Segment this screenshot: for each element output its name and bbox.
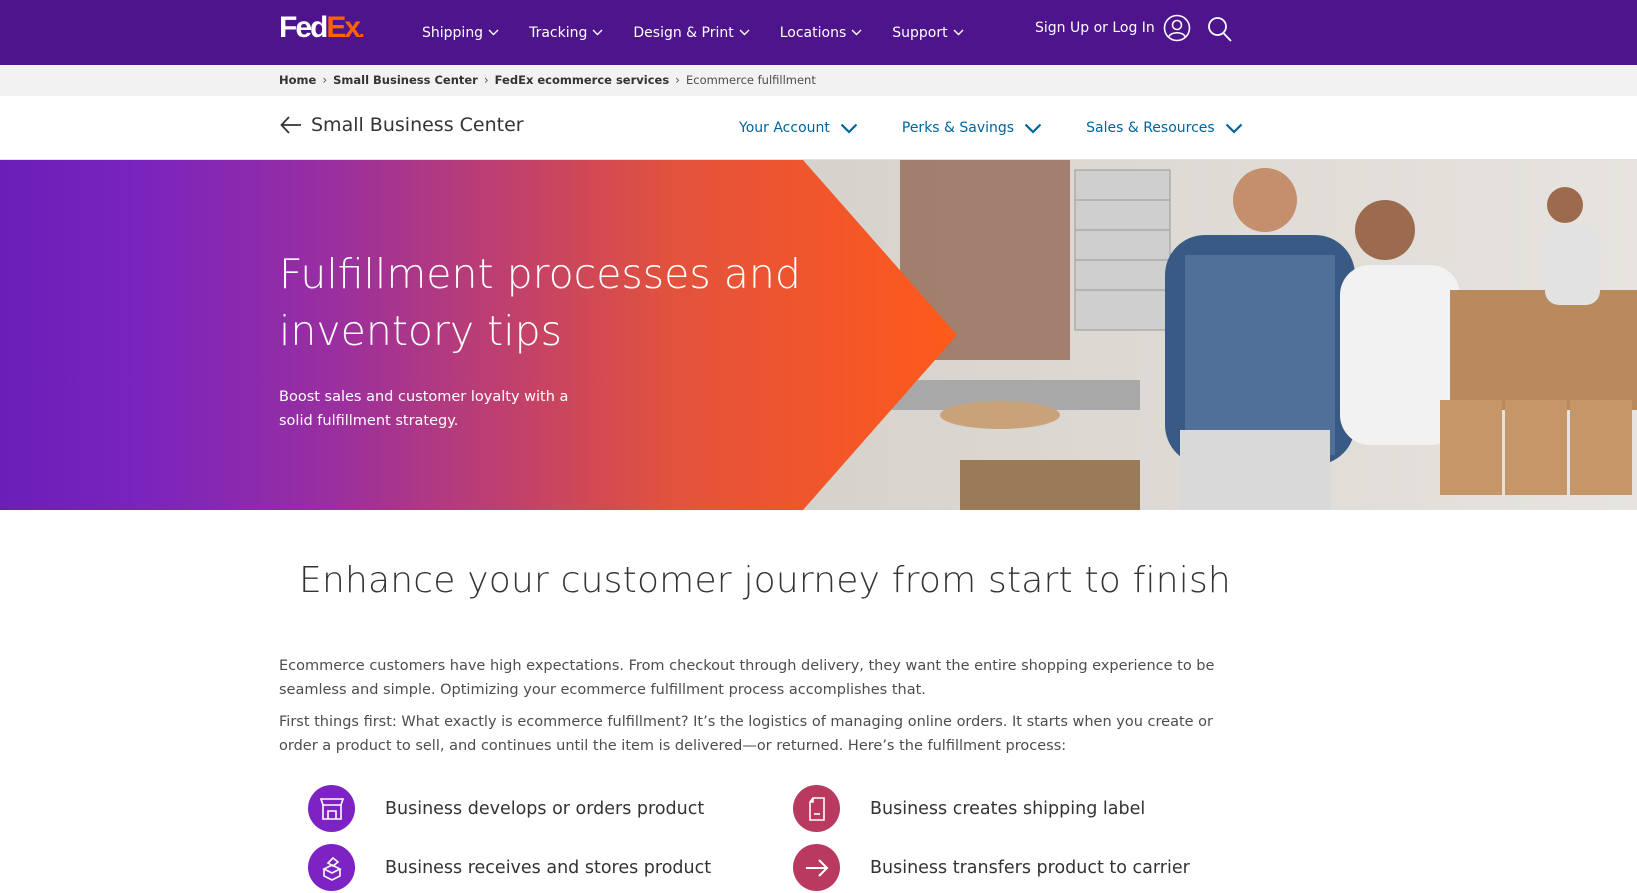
search-button[interactable] (1207, 16, 1233, 48)
logo-dot: . (359, 20, 364, 42)
arrow-right-icon (793, 844, 840, 891)
hero-subtitle: Boost sales and customer loyalty with a … (279, 389, 569, 429)
nav-design-print-label: Design & Print (633, 24, 734, 41)
label-icon (793, 785, 840, 832)
main-nav: Shipping Tracking Design & Print Locatio… (422, 0, 994, 65)
fedex-logo[interactable]: FedEx. (279, 11, 364, 47)
nav-tracking[interactable]: Tracking (529, 25, 603, 41)
step-label: Business develops or orders product (385, 798, 705, 819)
nav-support[interactable]: Support (892, 24, 964, 41)
breadcrumb-current: Ecommerce fulfillment (685, 73, 816, 87)
breadcrumb-separator-icon: › (483, 73, 489, 87)
sign-in-label: Sign Up or Log In (1035, 20, 1155, 36)
breadcrumb-ecommerce-services[interactable]: FedEx ecommerce services (495, 73, 670, 87)
chevron-down-icon (1024, 123, 1042, 134)
your-account-label: Your Account (739, 120, 830, 136)
breadcrumb-small-business-center[interactable]: Small Business Center (333, 73, 478, 87)
chevron-down-icon (739, 29, 750, 36)
hero-title: Fulfillment processes and inventory tips (279, 250, 801, 355)
arrow-left-icon (280, 116, 301, 134)
process-step-label: Business creates shipping label (793, 785, 1145, 832)
chevron-down-icon (488, 29, 499, 36)
logo-fed-text: Fed (279, 11, 328, 44)
breadcrumb-bar: Home › Small Business Center › FedEx eco… (0, 65, 1637, 96)
intro-paragraph: Ecommerce customers have high expectatio… (279, 658, 1215, 698)
hero-banner: Fulfillment processes and inventory tips… (0, 160, 1637, 510)
chevron-down-icon (592, 29, 603, 36)
breadcrumb-home[interactable]: Home (279, 73, 316, 87)
breadcrumb-separator-icon: › (322, 73, 328, 87)
process-step-store: Business receives and stores product (308, 844, 711, 891)
logo-ex-text: Ex (326, 11, 361, 44)
nav-tracking-label: Tracking (529, 24, 588, 41)
nav-locations-label: Locations (779, 24, 847, 41)
your-account-dropdown[interactable]: Your Account (739, 120, 858, 136)
definition-paragraph: First things first: What exactly is ecom… (279, 714, 1213, 754)
global-header: FedEx. Shipping Tracking Design & Print … (0, 0, 1637, 65)
chevron-down-icon (1225, 123, 1242, 134)
breadcrumb: Home › Small Business Center › FedEx eco… (279, 73, 816, 87)
perks-savings-label: Perks & Savings (901, 120, 1015, 136)
storefront-icon (308, 785, 355, 832)
chevron-down-icon (953, 29, 964, 36)
search-icon (1208, 17, 1232, 42)
back-to-small-business-center[interactable]: Small Business Center (279, 114, 524, 136)
boxes-icon (308, 844, 355, 891)
chevron-down-icon (851, 29, 862, 36)
step-label: Business creates shipping label (870, 798, 1146, 819)
sales-resources-dropdown[interactable]: Sales & Resources (1086, 120, 1243, 136)
nav-locations[interactable]: Locations (780, 25, 863, 41)
step-label: Business receives and stores product (385, 857, 712, 878)
nav-support-label: Support (892, 24, 948, 41)
user-icon (1163, 14, 1191, 42)
chevron-down-icon (840, 123, 858, 134)
section-nav-links: Your Account Perks & Savings Sales & Res… (739, 96, 1243, 160)
section-heading: Enhance your customer journey from start… (299, 560, 1231, 601)
nav-shipping-label: Shipping (422, 24, 484, 41)
section-nav: Small Business Center Your Account Perks… (0, 96, 1637, 160)
perks-savings-dropdown[interactable]: Perks & Savings (902, 120, 1042, 136)
process-step-transfer: Business transfers product to carrier (793, 844, 1190, 891)
step-label: Business transfers product to carrier (870, 857, 1190, 878)
nav-design-print[interactable]: Design & Print (633, 24, 750, 41)
breadcrumb-separator-icon: › (675, 73, 680, 87)
sales-resources-label: Sales & Resources (1086, 120, 1215, 136)
sign-in-link[interactable]: Sign Up or Log In (1035, 14, 1191, 42)
nav-shipping[interactable]: Shipping (422, 25, 499, 41)
back-label: Small Business Center (311, 114, 524, 136)
process-step-develop: Business develops or orders product (308, 785, 704, 832)
